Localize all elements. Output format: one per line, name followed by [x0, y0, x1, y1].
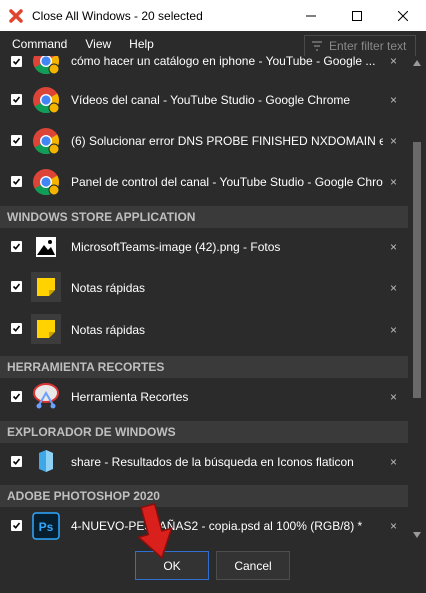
- scrollbar-thumb[interactable]: [413, 142, 421, 398]
- row-label: Notas rápidas: [71, 281, 146, 295]
- row-close-icon[interactable]: ×: [390, 240, 397, 254]
- list-item[interactable]: Notas rápidas ×: [0, 265, 408, 309]
- app-icon: [8, 8, 24, 24]
- cancel-button[interactable]: Cancel: [216, 551, 290, 580]
- row-close-icon[interactable]: ×: [390, 323, 397, 337]
- row-label: 4-NUEVO-PESTAÑAS2 - copia.psd al 100% (R…: [71, 519, 363, 533]
- row-checkbox[interactable]: [11, 135, 22, 146]
- vertical-scrollbar[interactable]: [408, 56, 426, 542]
- row-label: Panel de control del canal - YouTube Stu…: [71, 175, 383, 189]
- row-close-icon[interactable]: ×: [390, 134, 397, 148]
- row-close-icon[interactable]: ×: [390, 390, 397, 404]
- row-close-icon[interactable]: ×: [390, 281, 397, 295]
- window-title: Close All Windows - 20 selected: [32, 8, 203, 23]
- list-item[interactable]: Vídeos del canal - YouTube Studio - Goog…: [0, 80, 408, 120]
- menu-command[interactable]: Command: [0, 31, 76, 58]
- row-checkbox[interactable]: [11, 391, 22, 402]
- menu-view[interactable]: View: [76, 31, 120, 58]
- row-label: share - Resultados de la búsqueda en Ico…: [71, 455, 354, 469]
- row-checkbox[interactable]: [11, 323, 22, 334]
- group-header-windows-store: WINDOWS STORE APPLICATION: [0, 206, 408, 228]
- minimize-button[interactable]: [288, 0, 334, 31]
- row-label: (6) Solucionar error DNS PROBE FINISHED …: [71, 134, 383, 148]
- row-checkbox[interactable]: [11, 281, 22, 292]
- sticky-notes-icon: [31, 272, 61, 302]
- sticky-notes-icon: [31, 314, 61, 344]
- row-close-icon[interactable]: ×: [390, 175, 397, 189]
- chrome-icon: [31, 126, 61, 156]
- row-label: Notas rápidas: [71, 323, 146, 337]
- list-item[interactable]: Panel de control del canal - YouTube Stu…: [0, 161, 408, 202]
- photoshop-icon: Ps: [31, 511, 61, 541]
- filter-input[interactable]: Enter filter text: [304, 35, 416, 57]
- filter-icon: [311, 40, 323, 52]
- row-checkbox[interactable]: [11, 520, 22, 531]
- title-bar: Close All Windows - 20 selected: [0, 0, 426, 31]
- row-checkbox[interactable]: [11, 176, 22, 187]
- dialog-footer: OK Cancel: [0, 542, 426, 593]
- close-button[interactable]: [380, 0, 426, 31]
- row-checkbox[interactable]: [11, 94, 22, 105]
- annotation-arrow-icon: [138, 503, 173, 560]
- chrome-icon: [31, 56, 61, 76]
- photoshop-icon-text: Ps: [39, 520, 54, 534]
- list-item[interactable]: Ps 4-NUEVO-PESTAÑAS2 - copia.psd al 100%…: [0, 507, 408, 542]
- list-item[interactable]: (6) Solucionar error DNS PROBE FINISHED …: [0, 120, 408, 161]
- row-close-icon[interactable]: ×: [390, 56, 397, 68]
- group-header-explorador: EXPLORADOR DE WINDOWS: [0, 421, 408, 443]
- row-close-icon[interactable]: ×: [390, 455, 397, 469]
- row-checkbox[interactable]: [11, 241, 22, 252]
- row-label: MicrosoftTeams-image (42).png - Fotos: [71, 240, 281, 254]
- explorer-icon: [31, 446, 61, 476]
- list-item[interactable]: cómo hacer un catálogo en iphone - YouTu…: [0, 56, 408, 79]
- row-close-icon[interactable]: ×: [390, 93, 397, 107]
- group-header-photoshop: ADOBE PHOTOSHOP 2020: [0, 485, 408, 507]
- filter-placeholder: Enter filter text: [329, 39, 407, 53]
- row-label: cómo hacer un catálogo en iphone - YouTu…: [71, 56, 376, 68]
- chrome-icon: [31, 167, 61, 197]
- window-list: cómo hacer un catálogo en iphone - YouTu…: [0, 56, 408, 542]
- photos-icon: [31, 232, 61, 262]
- scroll-down-arrow-icon[interactable]: [408, 528, 426, 542]
- row-label: Herramienta Recortes: [71, 390, 189, 404]
- row-close-icon[interactable]: ×: [390, 519, 397, 533]
- menu-help[interactable]: Help: [120, 31, 163, 58]
- list-item[interactable]: share - Resultados de la búsqueda en Ico…: [0, 443, 408, 480]
- list-item[interactable]: Herramienta Recortes ×: [0, 378, 408, 415]
- maximize-button[interactable]: [334, 0, 380, 31]
- scroll-up-arrow-icon[interactable]: [408, 56, 426, 70]
- chrome-icon: [31, 85, 61, 115]
- row-checkbox[interactable]: [11, 456, 22, 467]
- row-label: Vídeos del canal - YouTube Studio - Goog…: [71, 93, 351, 107]
- list-item[interactable]: MicrosoftTeams-image (42).png - Fotos ×: [0, 228, 408, 265]
- list-item[interactable]: Notas rápidas ×: [0, 309, 408, 350]
- group-header-herramienta-recortes: HERRAMIENTA RECORTES: [0, 356, 408, 378]
- row-checkbox[interactable]: [11, 56, 22, 67]
- snipping-tool-icon: [31, 381, 61, 411]
